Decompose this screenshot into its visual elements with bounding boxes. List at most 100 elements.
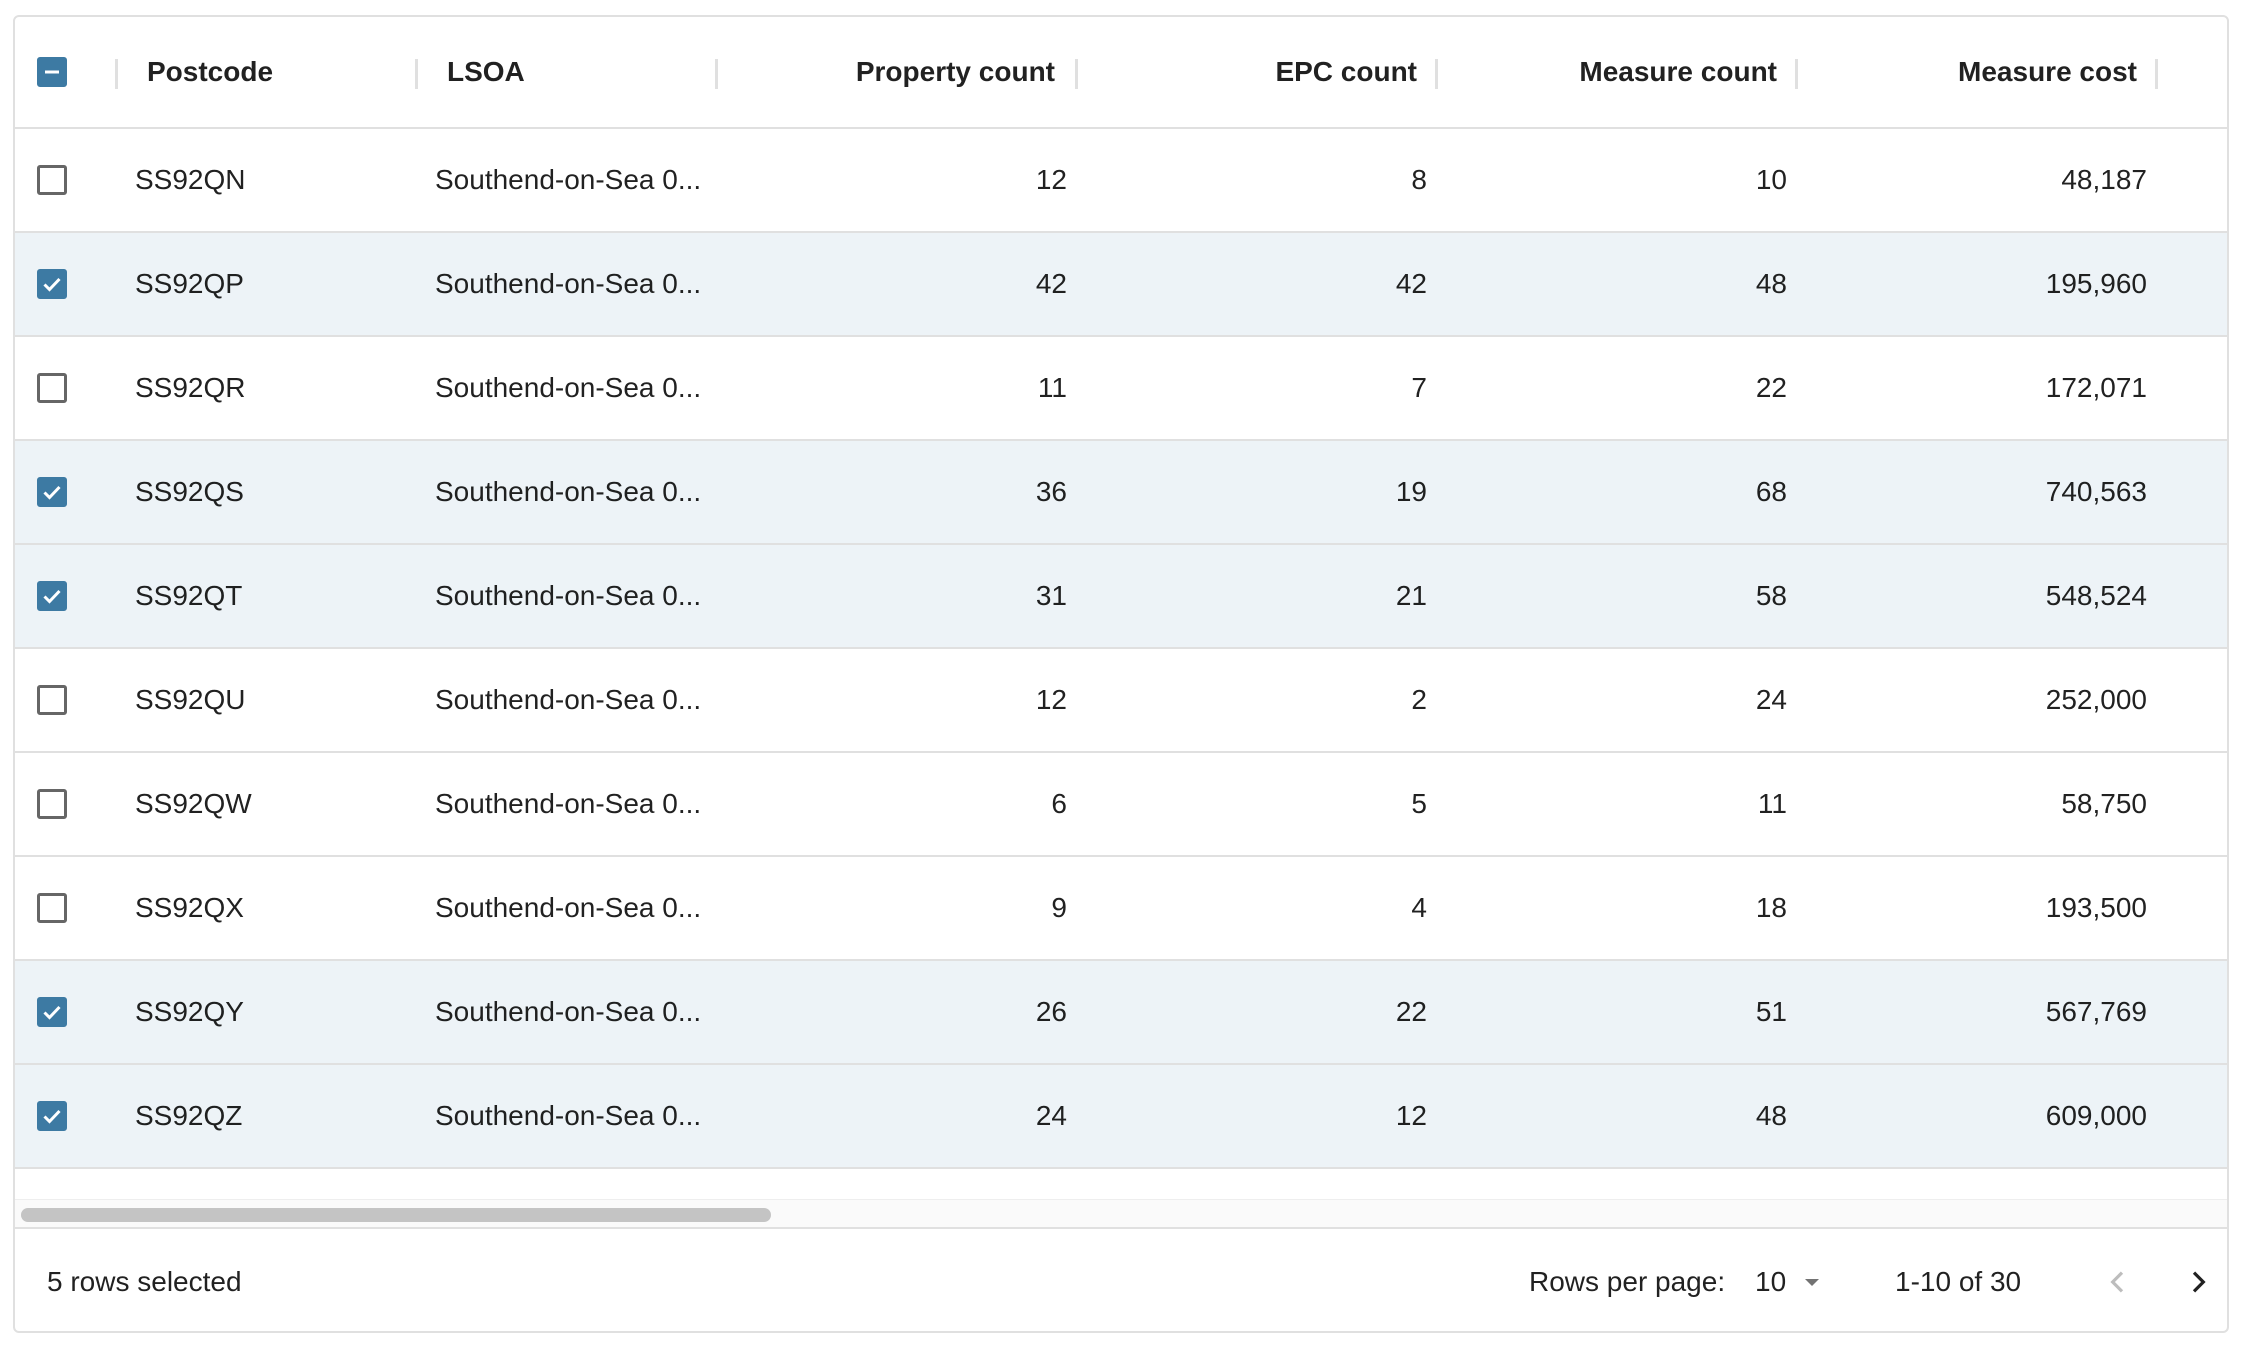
cell-measure-count: 48	[1755, 268, 1787, 299]
cell-property-count: 31	[1035, 580, 1067, 611]
checkmark-icon	[43, 277, 61, 292]
column-header-epc-count[interactable]: EPC count	[1075, 17, 1417, 127]
row-checkbox[interactable]	[37, 997, 67, 1027]
table-row[interactable]: SS92QR Southend-on-Sea 0... 11 7 22 172,…	[15, 337, 2227, 441]
table-row[interactable]: SS92QS Southend-on-Sea 0... 36 19 68 740…	[15, 441, 2227, 545]
cell-lsoa: Southend-on-Sea 0...	[435, 372, 702, 403]
select-all-checkbox[interactable]	[37, 57, 67, 87]
cell-property-count: 9	[1051, 892, 1067, 923]
cell-epc-count: 22	[1395, 996, 1427, 1027]
row-checkbox[interactable]	[37, 581, 67, 611]
column-header-postcode[interactable]: Postcode	[147, 17, 273, 127]
cell-epc-count: 2	[1411, 684, 1427, 715]
cell-lsoa: Southend-on-Sea 0...	[435, 268, 702, 299]
cell-epc-count: 19	[1395, 476, 1427, 507]
table-row[interactable]: SS92QT Southend-on-Sea 0... 31 21 58 548…	[15, 545, 2227, 649]
cell-property-count: 26	[1035, 996, 1067, 1027]
cell-postcode: SS92QU	[135, 684, 246, 715]
column-separator[interactable]	[115, 59, 118, 89]
cell-postcode: SS92QP	[135, 268, 244, 299]
cell-measure-cost: 567,769	[2045, 996, 2147, 1027]
cell-lsoa: Southend-on-Sea 0...	[435, 892, 702, 923]
scrollbar-thumb[interactable]	[21, 1208, 771, 1222]
row-checkbox[interactable]	[37, 789, 67, 819]
table-row[interactable]: SS92QZ Southend-on-Sea 0... 24 12 48 609…	[15, 1065, 2227, 1169]
cell-lsoa: Southend-on-Sea 0...	[435, 476, 702, 507]
checkmark-icon	[43, 485, 61, 500]
rows-per-page-value: 10	[1755, 1266, 1787, 1297]
row-checkbox[interactable]	[37, 477, 67, 507]
cell-measure-cost: 172,071	[2045, 372, 2147, 403]
cell-postcode: SS92QW	[135, 788, 252, 819]
table-row[interactable]: SS92QU Southend-on-Sea 0... 12 2 24 252,…	[15, 649, 2227, 753]
row-checkbox[interactable]	[37, 269, 67, 299]
cell-measure-cost: 195,960	[2045, 268, 2147, 299]
row-select-cell[interactable]	[37, 441, 117, 543]
row-checkbox[interactable]	[37, 165, 67, 195]
row-select-cell[interactable]	[37, 649, 117, 751]
table-row[interactable]: SS92QY Southend-on-Sea 0... 26 22 51 567…	[15, 961, 2227, 1065]
row-select-cell[interactable]	[37, 857, 117, 959]
cell-epc-count: 5	[1411, 788, 1427, 819]
cell-postcode: SS92QZ	[135, 1100, 243, 1131]
rows-per-page-label: Rows per page:	[1529, 1266, 1726, 1297]
cell-property-count: 6	[1051, 788, 1067, 819]
row-select-cell[interactable]	[37, 129, 117, 231]
minus-icon	[45, 70, 59, 74]
cell-lsoa: Southend-on-Sea 0...	[435, 164, 702, 195]
row-checkbox[interactable]	[37, 893, 67, 923]
row-select-cell[interactable]	[37, 961, 117, 1063]
row-checkbox[interactable]	[37, 685, 67, 715]
cell-postcode: SS92QX	[135, 892, 244, 923]
cell-epc-count: 12	[1395, 1100, 1427, 1131]
row-select-cell[interactable]	[37, 753, 117, 855]
cell-lsoa: Southend-on-Sea 0...	[435, 996, 702, 1027]
row-select-cell[interactable]	[37, 1065, 117, 1167]
table-row[interactable]: SS92QP Southend-on-Sea 0... 42 42 48 195…	[15, 233, 2227, 337]
previous-page-button[interactable]	[2091, 1255, 2145, 1309]
header-select-all-cell[interactable]	[37, 17, 117, 127]
row-checkbox[interactable]	[37, 1101, 67, 1131]
cell-property-count: 11	[1037, 372, 1067, 403]
cell-lsoa: Southend-on-Sea 0...	[435, 1100, 702, 1131]
rows-per-page-select[interactable]: 10	[1755, 1229, 1824, 1331]
cell-measure-count: 10	[1755, 164, 1787, 195]
grid-footer: 5 rows selected Rows per page: 10 1-10 o…	[15, 1229, 2227, 1331]
row-select-cell[interactable]	[37, 545, 117, 647]
horizontal-scrollbar[interactable]	[15, 1199, 2227, 1229]
checkmark-icon	[43, 589, 61, 604]
pagination-range: 1-10 of 30	[1895, 1266, 2022, 1297]
column-header-lsoa[interactable]: LSOA	[447, 17, 525, 127]
table-row[interactable]: SS92QX Southend-on-Sea 0... 9 4 18 193,5…	[15, 857, 2227, 961]
table-row[interactable]: SS92QN Southend-on-Sea 0... 12 8 10 48,1…	[15, 129, 2227, 233]
cell-property-count: 24	[1035, 1100, 1067, 1131]
table-row[interactable]: SS92QW Southend-on-Sea 0... 6 5 11 58,75…	[15, 753, 2227, 857]
column-header-row: Postcode LSOA Property count EPC count M…	[15, 17, 2227, 129]
cell-lsoa: Southend-on-Sea 0...	[435, 580, 702, 611]
row-select-cell[interactable]	[37, 233, 117, 335]
column-header-property-count[interactable]: Property count	[715, 17, 1055, 127]
column-header-measure-count[interactable]: Measure count	[1435, 17, 1777, 127]
chevron-left-icon	[2110, 1271, 2124, 1293]
checkmark-icon	[43, 1005, 61, 1020]
cell-epc-count: 4	[1411, 892, 1427, 923]
next-page-button[interactable]	[2171, 1255, 2225, 1309]
column-separator[interactable]	[415, 59, 418, 89]
cell-lsoa: Southend-on-Sea 0...	[435, 684, 702, 715]
row-checkbox[interactable]	[37, 373, 67, 403]
cell-measure-count: 48	[1755, 1100, 1787, 1131]
cell-measure-count: 18	[1755, 892, 1787, 923]
cell-lsoa: Southend-on-Sea 0...	[435, 788, 702, 819]
cell-measure-cost: 48,187	[2061, 164, 2147, 195]
cell-measure-cost: 252,000	[2045, 684, 2147, 715]
chevron-right-icon	[2192, 1271, 2206, 1293]
column-separator[interactable]	[2155, 59, 2158, 89]
cell-epc-count: 21	[1395, 580, 1427, 611]
cell-measure-cost: 193,500	[2045, 892, 2147, 923]
cell-measure-count: 68	[1755, 476, 1787, 507]
cell-postcode: SS92QT	[135, 580, 243, 611]
cell-epc-count: 7	[1411, 372, 1427, 403]
column-header-measure-cost[interactable]: Measure cost	[1795, 17, 2137, 127]
row-select-cell[interactable]	[37, 337, 117, 439]
data-grid: Postcode LSOA Property count EPC count M…	[13, 15, 2229, 1333]
